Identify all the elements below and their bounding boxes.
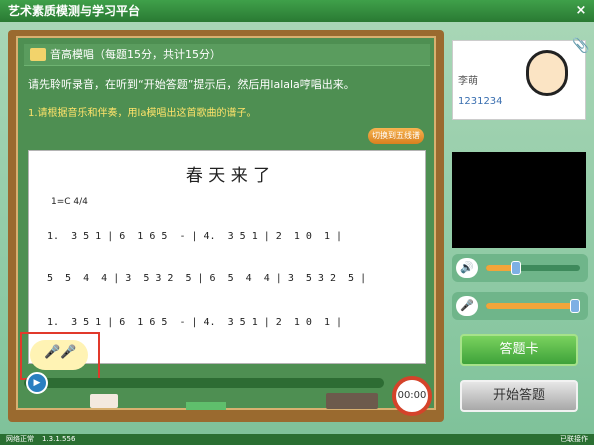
student-id: 1231234: [458, 96, 503, 107]
window-title: 艺术素质模测与学习平台: [8, 4, 141, 18]
chalk: [186, 402, 226, 410]
instruction-text: 请先聆听录音，在听到“开始答题”提示后，然后用lalala哼唱出来。: [28, 78, 355, 91]
volume-slider[interactable]: [486, 261, 580, 275]
student-name: 李萌: [458, 76, 478, 87]
microphone-icon[interactable]: 🎤🎤: [44, 345, 76, 360]
switch-staff-button[interactable]: 切换到五线谱: [368, 128, 424, 144]
version-label: 1.3.1.556: [42, 435, 76, 443]
volume-control[interactable]: 🔊: [452, 254, 588, 282]
connection-status: 已联接作: [560, 435, 588, 443]
eraser: [326, 393, 378, 409]
paperclip-icon: 📎: [572, 38, 590, 54]
book-icon: [30, 48, 46, 61]
close-button[interactable]: ×: [572, 2, 590, 20]
notation-row: 5 5 4 4 | 3 5 3 2 5 | 6 5 4 4 | 3 5 3 2 …: [47, 273, 367, 284]
answer-sheet-button[interactable]: 答题卡: [460, 334, 578, 366]
mic-volume-control[interactable]: 🎤: [452, 292, 588, 320]
play-button[interactable]: ▶: [26, 372, 48, 394]
key-signature: 1=C 4/4: [51, 197, 88, 207]
video-area: [452, 152, 586, 248]
chalk: [90, 394, 118, 408]
notation-row: 1. 3 5 1 | 6 1 6 5 - | 4. 3 5 1 | 2 1 0 …: [47, 231, 343, 242]
notation-row: 1. 3 5 1 | 6 1 6 5 - | 4. 3 5 1 | 2 1 0 …: [47, 317, 343, 328]
mic-knob[interactable]: [570, 299, 580, 313]
volume-knob[interactable]: [511, 261, 522, 275]
lesson-title: 音高模唱（每题15分，共计15分）: [50, 48, 221, 61]
lesson-title-bar: 音高模唱（每题15分，共计15分）: [24, 44, 430, 66]
avatar: [526, 50, 568, 96]
speaker-icon: 🔊: [456, 258, 478, 278]
timer-clock: 00:00: [392, 376, 432, 416]
song-title: 春 天 来 了: [185, 166, 271, 186]
mic-slider[interactable]: [486, 299, 580, 313]
title-bar: 艺术素质模测与学习平台 ×: [0, 0, 594, 22]
network-status: 网络正常: [6, 435, 34, 443]
status-bar: 网络正常 1.3.1.556 已联接作: [0, 434, 594, 445]
progress-bar[interactable]: [24, 378, 384, 388]
mic-fill: [486, 303, 577, 309]
microphone-icon: 🎤: [456, 296, 478, 316]
start-answer-button[interactable]: 开始答题: [460, 380, 578, 412]
tip-text: 1.请根据音乐和伴奏，用la模唱出这首歌曲的谱子。: [28, 108, 257, 119]
